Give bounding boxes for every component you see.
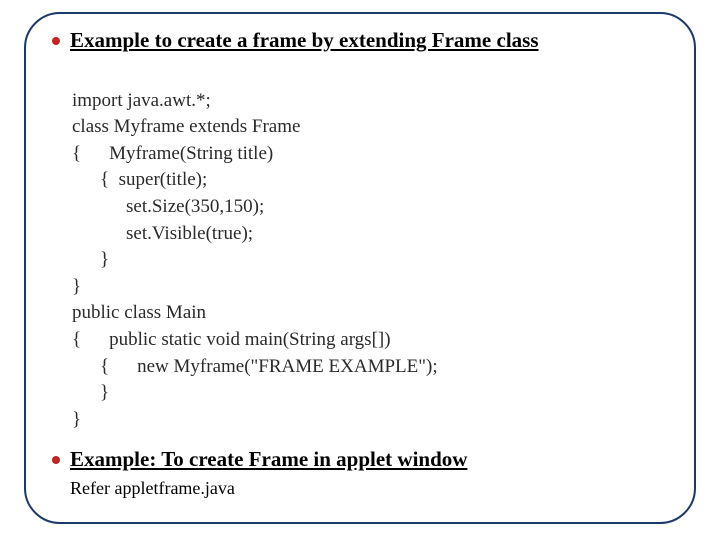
code-line: public static void main(String args[]) (109, 329, 390, 350)
bullet-item-1: Example to create a frame by extending F… (52, 28, 676, 53)
slide-frame: Example to create a frame by extending F… (24, 12, 696, 524)
bullet-item-2: Example: To create Frame in applet windo… (52, 447, 676, 472)
code-line: set.Size(350,150); (126, 196, 264, 217)
code-line: } (100, 249, 109, 270)
code-line: } (100, 382, 109, 403)
code-line: new Myframe("FRAME EXAMPLE"); (137, 356, 437, 377)
heading-1: Example to create a frame by extending F… (70, 28, 539, 53)
slide: Example to create a frame by extending F… (0, 0, 720, 540)
code-line: { (72, 143, 81, 164)
code-line: Myframe(String title) (109, 143, 273, 164)
code-line: { (100, 356, 109, 377)
code-line: public class Main (72, 302, 206, 323)
bullet-icon (52, 37, 60, 45)
code-line: import java.awt.*; (72, 90, 211, 111)
code-line: class Myframe extends Frame (72, 116, 300, 137)
code-line: set.Visible(true); (126, 223, 253, 244)
code-line: { (100, 169, 109, 190)
heading-2: Example: To create Frame in applet windo… (70, 447, 467, 472)
code-line: } (72, 409, 81, 430)
code-line: { (72, 329, 81, 350)
reference-text: Refer appletframe.java (70, 478, 676, 499)
code-line: } (72, 276, 81, 297)
code-line: super(title); (119, 169, 208, 190)
code-listing: import java.awt.*; class Myframe extends… (72, 61, 676, 433)
bullet-icon (52, 456, 60, 464)
